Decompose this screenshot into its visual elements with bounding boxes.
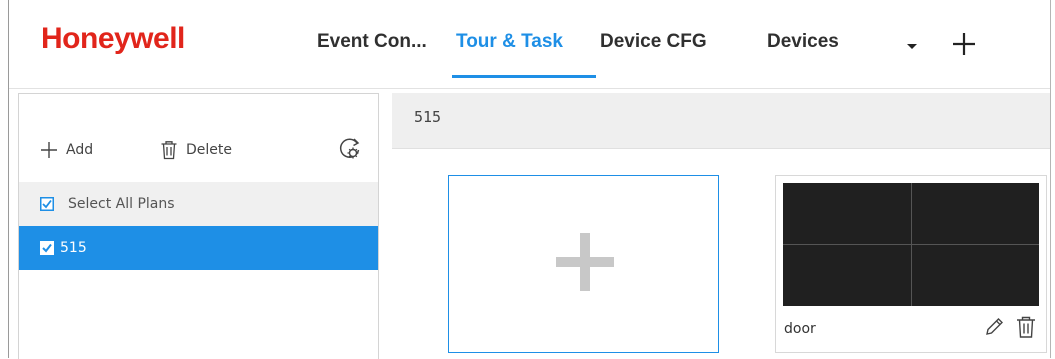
pencil-icon[interactable] xyxy=(983,316,1005,338)
checkbox-checked-icon[interactable] xyxy=(40,197,54,211)
chevron-down-icon[interactable] xyxy=(901,38,923,54)
header-divider xyxy=(9,88,1050,89)
checkbox-checked-icon[interactable] xyxy=(40,241,54,255)
trash-icon xyxy=(161,141,177,160)
tab-device-cfg[interactable]: Device CFG xyxy=(600,31,707,53)
active-tab-indicator xyxy=(452,75,596,78)
plan-detail-header: 515 xyxy=(392,93,1050,149)
layout-card[interactable]: door xyxy=(775,175,1047,353)
layout-cell xyxy=(911,245,1039,306)
trash-icon[interactable] xyxy=(1015,315,1037,339)
add-button[interactable]: Add xyxy=(40,138,93,162)
plan-title: 515 xyxy=(414,108,442,126)
plus-icon xyxy=(556,233,614,291)
plan-detail-panel: 515 door xyxy=(392,93,1050,358)
plus-icon[interactable] xyxy=(949,29,979,59)
brand-logo: Honeywell xyxy=(41,22,185,55)
add-button-label: Add xyxy=(66,142,94,158)
delete-button-label: Delete xyxy=(186,142,232,158)
layout-cell xyxy=(783,245,911,306)
plans-toolbar: Add Delete xyxy=(19,94,378,182)
plans-panel: Add Delete Select All Plans 515 xyxy=(18,93,379,359)
window-right-border xyxy=(1050,0,1051,358)
plan-row[interactable]: 515 xyxy=(19,226,378,270)
layout-name: door xyxy=(784,321,816,337)
top-nav-bar: Honeywell Event Con... Tour & Task Devic… xyxy=(9,0,1050,88)
delete-button[interactable]: Delete xyxy=(160,138,232,162)
plan-label: 515 xyxy=(60,240,87,256)
select-all-row[interactable]: Select All Plans xyxy=(19,182,378,226)
select-all-label: Select All Plans xyxy=(68,196,175,212)
layout-preview-grid xyxy=(783,183,1039,306)
layout-cell xyxy=(783,183,911,244)
refresh-settings-icon[interactable] xyxy=(337,136,363,162)
tab-devices[interactable]: Devices xyxy=(767,31,839,53)
tab-event-config[interactable]: Event Con... xyxy=(317,31,427,53)
add-layout-card[interactable] xyxy=(448,175,719,353)
plus-icon xyxy=(41,142,57,158)
layout-cell xyxy=(911,183,1039,244)
tab-tour-task[interactable]: Tour & Task xyxy=(456,31,563,53)
